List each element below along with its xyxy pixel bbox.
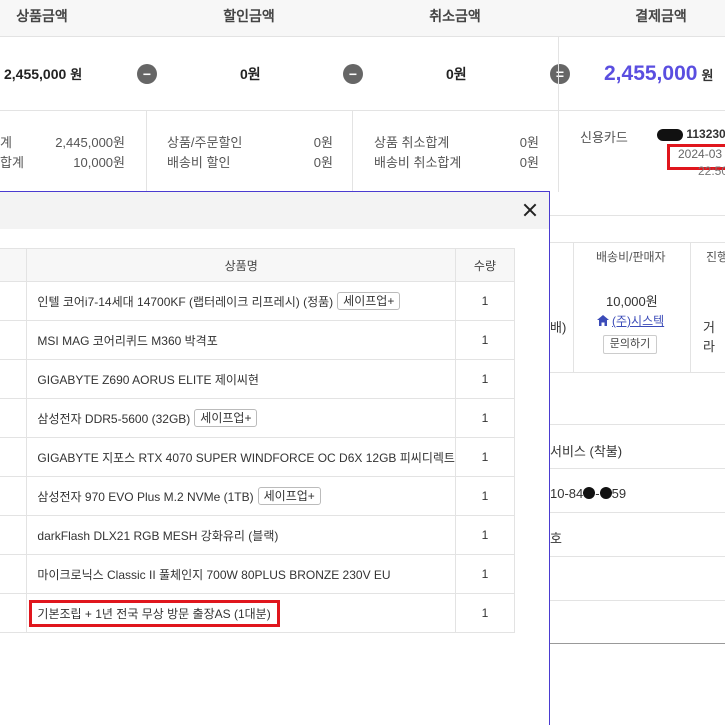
product-name-cell: GIGABYTE 지포스 RTX 4070 SUPER WINDFORCE OC… (26, 437, 456, 477)
payment-time: 22:50 (698, 164, 725, 178)
column-index (0, 248, 28, 282)
cancel-detail-row: 상품 취소합계 0원 (374, 135, 539, 150)
minus-icon: − (343, 64, 363, 84)
redacted-mask (583, 487, 596, 499)
product-table: 상품명 수량 인텔 코어i7-14세대 14700KF (랩터레이크 리프레시)… (0, 248, 516, 633)
row-index-cell (0, 281, 28, 321)
summary-header-row: 상품금액 할인금액 취소금액 결제금액 (0, 0, 725, 37)
modal-header (0, 192, 549, 229)
row-index-cell (0, 320, 28, 360)
table-row: GIGABYTE 지포스 RTX 4070 SUPER WINDFORCE OC… (0, 437, 516, 477)
quantity-cell: 1 (454, 359, 516, 399)
home-icon (597, 315, 609, 326)
close-icon[interactable] (521, 201, 539, 219)
product-name: darkFlash DLX21 RGB MESH 강화유리 (블랙) (37, 528, 279, 543)
row-index-cell (0, 359, 28, 399)
product-amount: 2,455,000 원 (4, 66, 83, 82)
row-index-cell (0, 476, 28, 516)
discount-amount: 0원 (240, 66, 261, 82)
row-index-cell (0, 554, 28, 594)
quantity-cell: 1 (454, 281, 516, 321)
table-row: 인텔 코어i7-14세대 14700KF (랩터레이크 리프레시) (정품) 세이… (0, 281, 516, 321)
column-shipping-seller: 배송비/판매자 (596, 250, 666, 264)
header-discount-amount: 할인금액 (223, 8, 275, 24)
product-name: MSI MAG 코어리퀴드 M360 박격포 (37, 333, 218, 348)
product-name: 기본조립 + 1년 전국 무상 방문 출장AS (1대분) (37, 606, 271, 621)
product-name: 삼성전자 DDR5-5600 (32GB) (37, 412, 191, 426)
shipping-fee: 10,000원 (606, 294, 658, 309)
product-name: GIGABYTE 지포스 RTX 4070 SUPER WINDFORCE OC… (37, 450, 455, 465)
table-row: 기본조립 + 1년 전국 무상 방문 출장AS (1대분) 1 (0, 593, 516, 633)
redacted-mask (599, 487, 612, 499)
card-number: 113230 (657, 127, 725, 141)
product-name: 인텔 코어i7-14세대 14700KF (랩터레이크 리프레시) (정품) (37, 295, 334, 309)
table-row: MSI MAG 코어리퀴드 M360 박격포 1 (0, 320, 516, 360)
product-name-cell: 인텔 코어i7-14세대 14700KF (랩터레이크 리프레시) (정품) 세이… (26, 281, 456, 321)
quantity-cell: 1 (454, 437, 516, 477)
column-progress: 진행 (706, 250, 725, 264)
equals-icon: = (550, 64, 570, 84)
discount-detail-row: 상품/주문할인 0원 (167, 135, 333, 150)
row-index-cell (0, 593, 28, 633)
table-row: 삼성전자 DDR5-5600 (32GB) 세이프업+ 1 (0, 398, 516, 438)
row-index-cell (0, 398, 28, 438)
delivery-service: 서비스 (착불) (550, 444, 623, 459)
discount-detail-row: 배송비 할인 0원 (167, 155, 333, 170)
product-list-modal: 상품명 수량 인텔 코어i7-14세대 14700KF (랩터레이크 리프레시)… (0, 191, 550, 725)
redacted-mask (657, 128, 683, 141)
payment-method: 신용카드 (580, 130, 628, 145)
progress-status: 거라 (703, 320, 715, 354)
header-product-amount: 상품금액 (16, 8, 68, 24)
minus-icon: − (137, 64, 157, 84)
quantity-cell: 1 (454, 593, 516, 633)
product-name-cell: 기본조립 + 1년 전국 무상 방문 출장AS (1대분) (26, 593, 456, 633)
quantity-cell: 1 (454, 398, 516, 438)
column-quantity: 수량 (454, 248, 516, 282)
table-row: 마이크로닉스 Classic II 풀체인지 700W 80PLUS BRONZ… (0, 554, 516, 594)
product-name-cell: GIGABYTE Z690 AORUS ELITE 제이씨현 (26, 359, 456, 399)
product-name: 마이크로닉스 Classic II 풀체인지 700W 80PLUS BRONZ… (37, 567, 391, 582)
product-name: 삼성전자 970 EVO Plus M.2 NVMe (1TB) (37, 490, 254, 504)
product-name-cell: 삼성전자 970 EVO Plus M.2 NVMe (1TB) 세이프업+ (26, 476, 456, 516)
product-name-cell: 마이크로닉스 Classic II 풀체인지 700W 80PLUS BRONZ… (26, 554, 456, 594)
header-payment-amount: 결제금액 (635, 8, 687, 24)
highlight-box: 기본조립 + 1년 전국 무상 방문 출장AS (1대분) (29, 599, 280, 627)
safeup-badge[interactable]: 세이프업+ (337, 292, 401, 310)
cancel-amount: 0원 (446, 66, 467, 82)
total-payment-amount: 2,455,000 원 (604, 62, 714, 85)
row-index-cell (0, 515, 28, 555)
address-partial: 호 (550, 531, 562, 546)
quantity-cell: 1 (454, 554, 516, 594)
product-name-cell: MSI MAG 코어리퀴드 M360 박격포 (26, 320, 456, 360)
summary-amount-row: 2,455,000 원 − 0원 − 0원 = 2,455,000 원 (0, 37, 725, 111)
header-cancel-amount: 취소금액 (429, 8, 481, 24)
payment-summary: 상품금액 할인금액 취소금액 결제금액 2,455,000 원 − 0원 − 0원… (0, 0, 725, 192)
product-detail-row: 계 2,445,000원 (0, 135, 125, 150)
product-name: GIGABYTE Z690 AORUS ELITE 제이씨현 (37, 372, 259, 387)
inquire-button[interactable]: 문의하기 (603, 335, 657, 354)
seller-link[interactable]: (주)시스텍 (597, 312, 664, 329)
quantity-cell: 1 (454, 515, 516, 555)
row-index-cell (0, 437, 28, 477)
table-row: 삼성전자 970 EVO Plus M.2 NVMe (1TB) 세이프업+ 1 (0, 476, 516, 516)
product-name-cell: 삼성전자 DDR5-5600 (32GB) 세이프업+ (26, 398, 456, 438)
phone-number: 10-84-59 (550, 486, 627, 501)
quantity-cell: 1 (454, 476, 516, 516)
table-row: darkFlash DLX21 RGB MESH 강화유리 (블랙) 1 (0, 515, 516, 555)
cancel-detail-row: 배송비 취소합계 0원 (374, 155, 539, 170)
column-product-name: 상품명 (26, 248, 456, 282)
safeup-badge[interactable]: 세이프업+ (257, 487, 321, 505)
quantity-cell: 1 (454, 320, 516, 360)
table-row: GIGABYTE Z690 AORUS ELITE 제이씨현 1 (0, 359, 516, 399)
safeup-badge[interactable]: 세이프업+ (194, 409, 258, 427)
product-name-cell: darkFlash DLX21 RGB MESH 강화유리 (블랙) (26, 515, 456, 555)
partial-text: 배) (550, 320, 567, 335)
product-detail-row: 합계 10,000원 (0, 155, 125, 170)
